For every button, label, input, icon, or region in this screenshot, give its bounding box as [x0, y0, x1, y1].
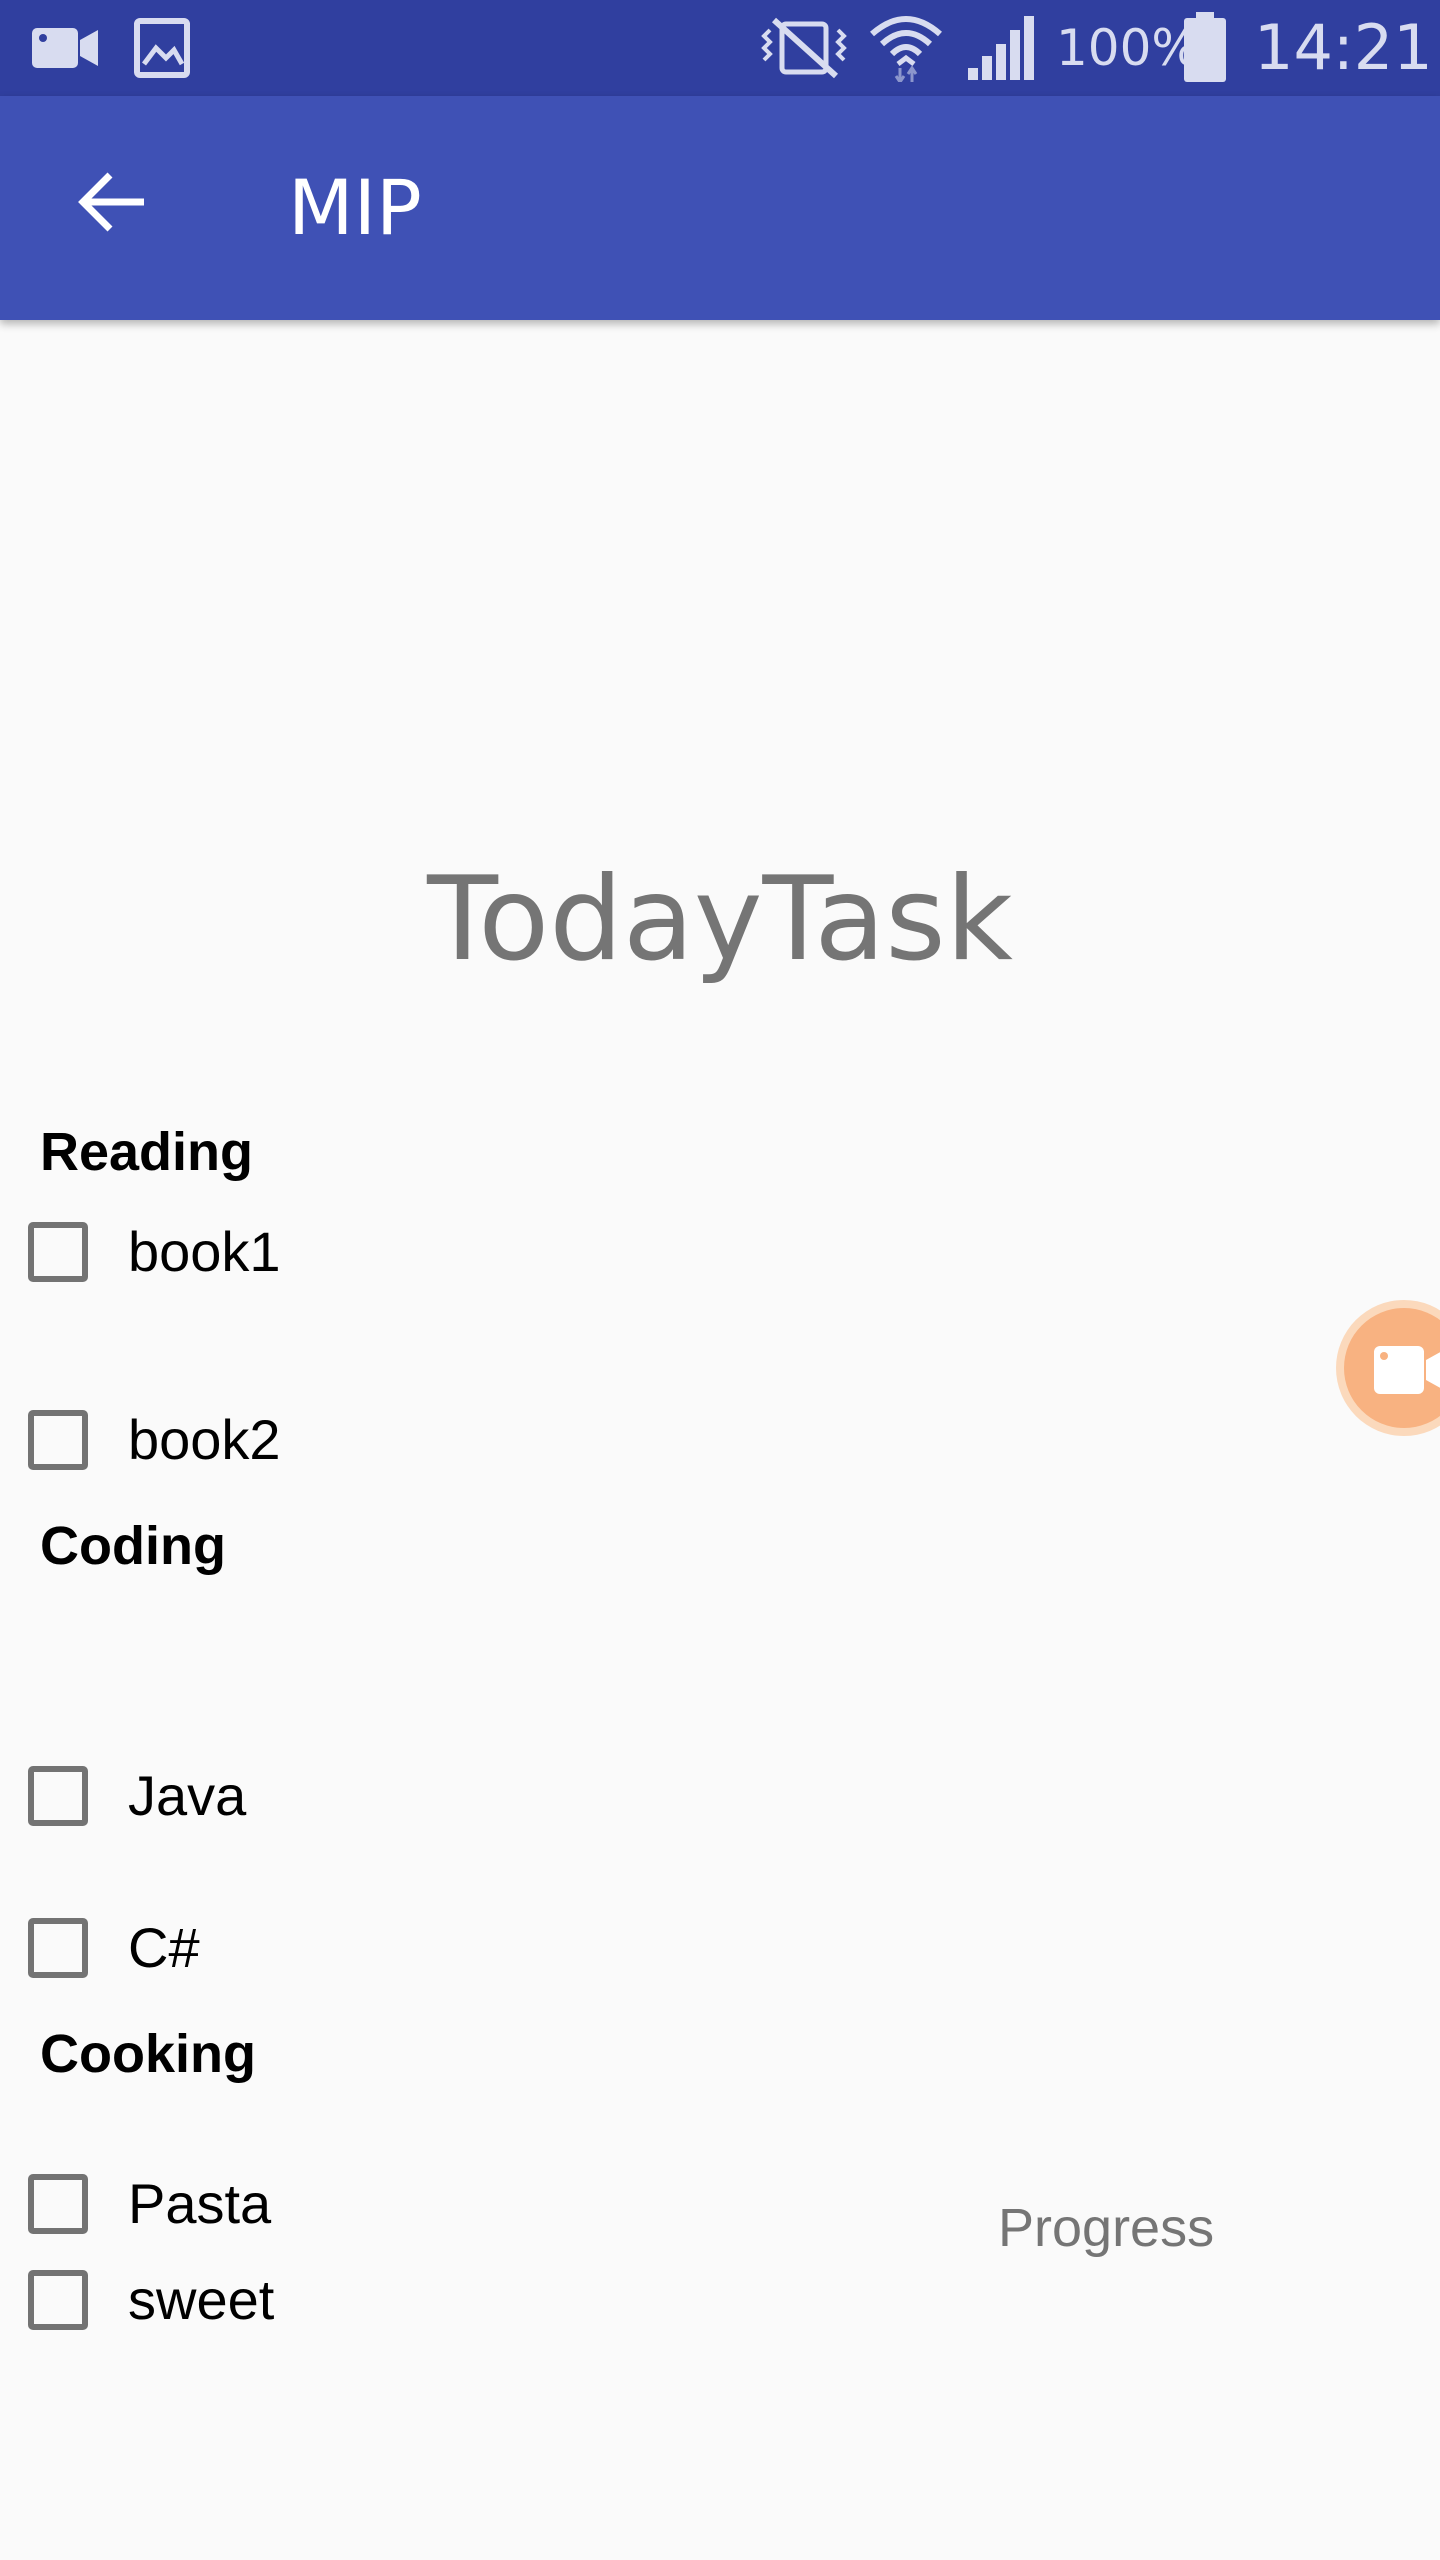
- main-content: TodayTask Reading book1 book2 Coding Jav…: [0, 320, 1440, 2560]
- task-label: book1: [128, 1220, 281, 1283]
- task-item-book2[interactable]: book2: [0, 1396, 700, 1492]
- battery-icon: [1184, 12, 1226, 82]
- task-item-pasta[interactable]: Pasta: [0, 2160, 700, 2256]
- task-label: sweet: [128, 2268, 275, 2331]
- video-camera-icon: [32, 28, 98, 68]
- category-heading-reading: Reading: [40, 1122, 254, 1182]
- task-item-sweet[interactable]: sweet: [0, 2256, 700, 2352]
- vibrate-mute-icon: [761, 17, 847, 79]
- task-item-csharp[interactable]: C#: [0, 1904, 700, 2000]
- category-heading-cooking: Cooking: [40, 2024, 256, 2084]
- task-label: C#: [128, 1916, 200, 1979]
- task-checkbox[interactable]: [28, 2270, 88, 2330]
- task-item-java[interactable]: Java: [0, 1752, 700, 1848]
- image-icon: [134, 18, 190, 78]
- wifi-icon: [870, 16, 942, 82]
- app-title: MIP: [288, 163, 422, 252]
- task-checkbox[interactable]: [28, 1222, 88, 1282]
- task-item-book1[interactable]: book1: [0, 1208, 700, 1304]
- task-checkbox[interactable]: [28, 1918, 88, 1978]
- clock: 14:21: [1254, 11, 1433, 84]
- screen-record-inner: [1344, 1308, 1440, 1428]
- back-arrow-icon: [78, 172, 144, 232]
- page-title: TodayTask: [427, 852, 1013, 987]
- category-heading-coding: Coding: [40, 1516, 226, 1576]
- status-bar: 100% 14:21: [0, 0, 1440, 96]
- task-checkbox[interactable]: [28, 1766, 88, 1826]
- video-camera-icon: [1374, 1346, 1440, 1394]
- battery-percent: 100%: [1056, 19, 1199, 77]
- progress-label: Progress: [998, 2198, 1215, 2258]
- app-bar: MIP: [0, 96, 1440, 320]
- back-button[interactable]: [56, 146, 168, 258]
- signal-icon: [968, 16, 1034, 80]
- task-label: book2: [128, 1408, 281, 1471]
- task-checkbox[interactable]: [28, 1410, 88, 1470]
- task-label: Java: [128, 1764, 247, 1827]
- task-label: Pasta: [128, 2172, 272, 2235]
- task-checkbox[interactable]: [28, 2174, 88, 2234]
